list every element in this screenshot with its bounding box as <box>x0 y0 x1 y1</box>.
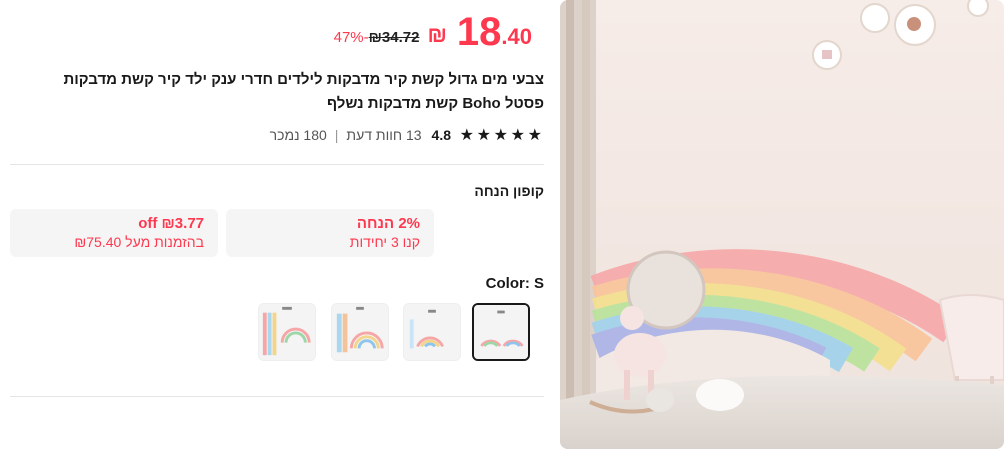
coupon-headline: ₪3.77 off <box>138 215 204 232</box>
discount-percent: 47%- <box>333 29 369 46</box>
separator: | <box>334 127 339 143</box>
coupon-title: קופון הנחה <box>474 183 544 199</box>
product-title: צבעי מים גדול קשת קיר מדבקות לילדים חדרי… <box>63 71 544 112</box>
star-icon: ★ <box>476 126 491 144</box>
star-icon: ★ <box>493 126 508 144</box>
price-integer: 18 <box>456 10 502 54</box>
coupon-card[interactable]: 2% הנחה קנו 3 יחידות <box>226 209 434 257</box>
coupon-detail: קנו 3 יחידות <box>349 234 420 250</box>
star-icon: ★ <box>459 126 474 144</box>
color-label: Color: S <box>485 275 544 292</box>
star-icon: ★ <box>510 126 525 144</box>
coupon-card[interactable]: ₪3.77 off בהזמנות מעל ₪75.40 <box>10 209 218 257</box>
review-count[interactable]: 13 חוות דעת <box>346 127 421 143</box>
star-icon: ★ <box>527 126 542 144</box>
price-decimal: .40 <box>501 24 532 49</box>
currency-symbol: ₪ <box>427 22 447 47</box>
color-option-m[interactable] <box>403 303 461 361</box>
divider <box>10 164 544 165</box>
sold-count: 180 נמכר <box>269 127 327 143</box>
old-price: ₪34.72 <box>368 29 420 46</box>
coupon-detail: בהזמנות מעל ₪75.40 <box>74 234 204 250</box>
color-option-s[interactable] <box>472 303 530 361</box>
color-option-l[interactable] <box>331 303 389 361</box>
price-row: 47%-₪34.72 ₪ 18 .40 <box>334 10 532 54</box>
rating-score: 4.8 <box>431 127 451 143</box>
current-price: ₪ 18 .40 <box>427 10 532 54</box>
coupon-headline: 2% הנחה <box>356 215 420 232</box>
rainbow-room-illustration <box>560 0 1004 449</box>
color-option-xl[interactable] <box>258 303 316 361</box>
divider <box>10 396 544 397</box>
product-image[interactable] <box>560 0 1004 449</box>
star-rating: ★ ★ ★ ★ ★ <box>459 126 542 144</box>
original-price: 47%-₪34.72 <box>334 29 420 46</box>
rating-row[interactable]: ★ ★ ★ ★ ★ 4.8 13 חוות דעת | 180 נמכר <box>270 127 542 143</box>
product-info-panel: 47%-₪34.72 ₪ 18 .40 צבעי מים גדול קשת קי… <box>0 0 556 449</box>
